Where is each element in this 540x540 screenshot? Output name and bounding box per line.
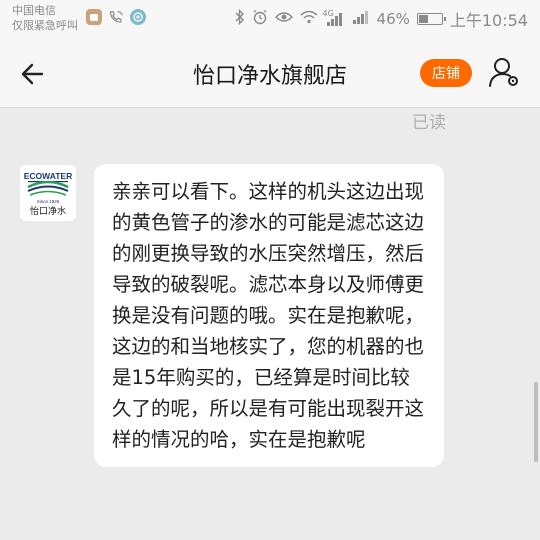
scrollbar-thumb[interactable] [534, 382, 538, 462]
user-settings-icon [489, 58, 518, 87]
svg-text:Since 1925: Since 1925 [37, 199, 60, 204]
system-icons: 4G 46% 上午10:54 [235, 7, 528, 31]
phone-wifi-icon [108, 9, 124, 25]
battery-icon [416, 13, 446, 25]
shop-button-label: 店铺 [432, 66, 460, 82]
battery-percent: 46% [376, 10, 410, 28]
ecowater-logo-icon: ECOWATER Since 1925 怡口净水 [20, 165, 76, 221]
carrier-name: 中国电信 [12, 4, 56, 17]
svg-text:怡口净水: 怡口净水 [30, 205, 66, 217]
message-text: 亲亲可以看下。这样的机头这边出现的黄色管子的渗水的可能是滤芯这边的刚更换导致的水… [112, 180, 425, 451]
message-bubble[interactable]: 亲亲可以看下。这样的机头这边出现的黄色管子的渗水的可能是滤芯这边的刚更换导致的水… [94, 164, 444, 467]
network-type-label: 4G [322, 9, 334, 18]
status-bar: 中国电信 仅限紧急呼叫 4G 46% 上午10:54 [0, 0, 540, 38]
carrier-status: 仅限紧急呼叫 [12, 19, 78, 32]
svg-text:ECOWATER: ECOWATER [24, 171, 72, 181]
wifi-icon [300, 10, 318, 28]
alarm-icon [252, 9, 268, 29]
signal-strength-icon: 4G [322, 9, 345, 27]
shop-avatar[interactable]: ECOWATER Since 1925 怡口净水 [20, 165, 76, 221]
notification-icons [86, 9, 146, 25]
eye-comfort-icon [274, 10, 293, 28]
bluetooth-icon [235, 8, 245, 29]
battery-level [418, 15, 428, 23]
signal-strength-icon-2 [352, 9, 370, 29]
chat-header: 怡口净水旗舰店 店铺 [0, 38, 540, 108]
back-arrow-icon [21, 63, 44, 85]
browser-icon [130, 9, 146, 25]
carrier-info: 中国电信 仅限紧急呼叫 [12, 3, 78, 33]
back-button[interactable] [18, 58, 50, 90]
shop-button[interactable]: 店铺 [420, 59, 472, 87]
app-notification-icon [86, 9, 102, 25]
clock: 上午10:54 [449, 11, 528, 30]
read-receipt: 已读 [412, 113, 446, 133]
profile-settings-button[interactable] [488, 55, 522, 89]
